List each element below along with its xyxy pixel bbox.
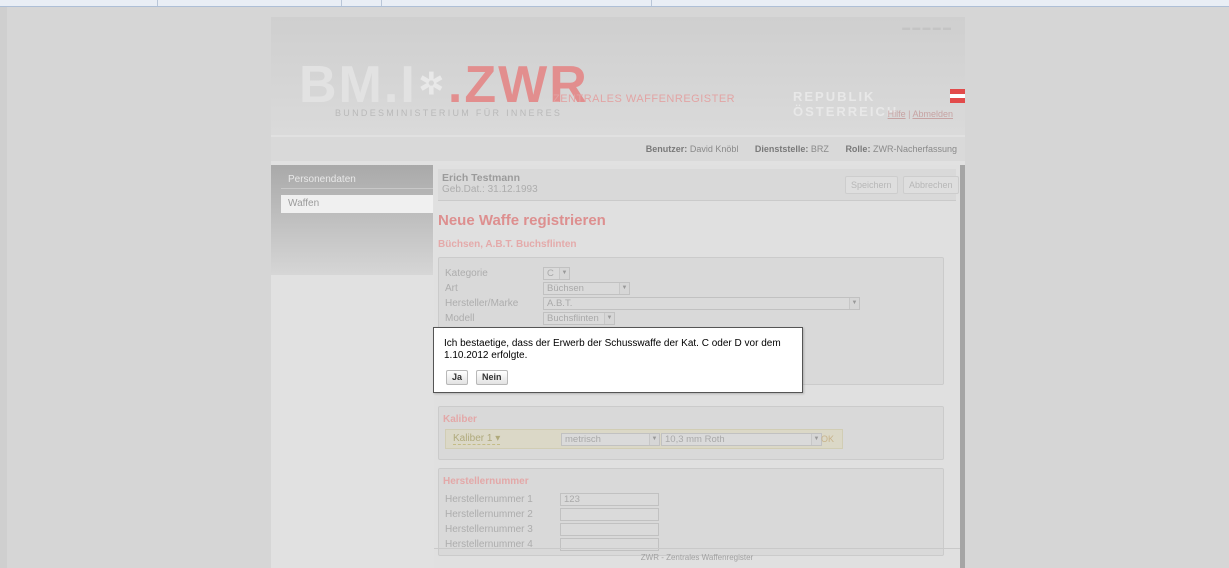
- eagle-icon: ✲: [418, 68, 446, 101]
- logout-link[interactable]: Abmelden: [912, 109, 953, 119]
- modell-value: Buchsflinten: [547, 313, 599, 324]
- kaliber-row: Kaliber 1 ▾ metrisch ▼ 10,3 mm Roth ▼ OK: [445, 429, 843, 449]
- header-banner: ▬ ▬ ▬ ▬ ▬ BM.I✲.ZWR ZENTRALES WAFFENREGI…: [271, 17, 965, 135]
- hersteller-select[interactable]: A.B.T. ▼: [543, 297, 860, 310]
- art-label: Art: [445, 283, 458, 294]
- herstellernummer-3-field[interactable]: [560, 523, 659, 536]
- herstellernummer-3-label: Herstellernummer 3: [445, 524, 533, 535]
- kaliber-1-menu[interactable]: Kaliber 1 ▾: [453, 433, 501, 445]
- content-scrollbar[interactable]: [960, 165, 965, 568]
- help-link[interactable]: Hilfe: [888, 109, 906, 119]
- modell-label: Modell: [445, 313, 475, 324]
- herstellernummer-title: Herstellernummer: [443, 476, 529, 487]
- browser-top-strip: [0, 0, 1229, 7]
- herstellernummer-1-field[interactable]: 123: [560, 493, 659, 506]
- art-value: Büchsen: [547, 283, 584, 294]
- chevron-down-icon: ▼: [619, 283, 629, 294]
- header-faint-text: ▬ ▬ ▬ ▬ ▬: [902, 23, 951, 32]
- ministry-name: BUNDESMINISTERIUM FÜR INNERES: [335, 108, 563, 118]
- kaliber-system-select[interactable]: metrisch ▼: [561, 433, 660, 446]
- kaliber-system-value: metrisch: [565, 434, 601, 445]
- kaliber-title: Kaliber: [443, 414, 477, 425]
- chevron-down-icon: ▼: [811, 434, 821, 445]
- page-footer: ZWR - Zentrales Waffenregister: [434, 548, 960, 562]
- person-header: Erich Testmann Geb.Dat.: 31.12.1993 Spei…: [438, 169, 959, 201]
- logo-zwr: .ZWR: [447, 56, 589, 114]
- user-info-bar: Benutzer: David Knöbl Dienststelle: BRZ …: [271, 137, 965, 161]
- top-links: Hilfe | Abmelden: [888, 109, 953, 119]
- hersteller-value: A.B.T.: [547, 298, 573, 309]
- herstellernummer-panel: Herstellernummer Herstellernummer 1 123 …: [438, 468, 944, 556]
- chevron-down-icon: ▼: [649, 434, 659, 445]
- logo: BM.I✲.ZWR: [299, 59, 589, 111]
- art-select[interactable]: Büchsen ▼: [543, 282, 630, 295]
- strip-divider: [157, 0, 158, 6]
- kategorie-value: C: [547, 268, 554, 279]
- sidebar-item-personendaten[interactable]: Personendaten: [281, 171, 433, 189]
- herstellernummer-1-label: Herstellernummer 1: [445, 494, 533, 505]
- kaliber-select[interactable]: 10,3 mm Roth ▼: [661, 433, 822, 446]
- chevron-down-icon: ▼: [849, 298, 859, 309]
- dialog-message: Ich bestaetige, dass der Erwerb der Schu…: [444, 338, 781, 361]
- strip-divider: [651, 0, 652, 6]
- chevron-down-icon: ▼: [604, 313, 614, 324]
- rolle-value: ZWR-Nacherfassung: [872, 144, 957, 154]
- cancel-button[interactable]: Abbrechen: [903, 176, 959, 194]
- no-button[interactable]: Nein: [476, 370, 508, 385]
- page-title: Neue Waffe registrieren: [438, 212, 606, 229]
- strip-divider: [341, 0, 342, 6]
- modell-select[interactable]: Buchsflinten ▼: [543, 312, 615, 325]
- weapon-subtitle: Büchsen, A.B.T. Buchsflinten: [438, 239, 577, 250]
- person-dob: Geb.Dat.: 31.12.1993: [442, 184, 538, 195]
- link-separator: |: [908, 109, 911, 119]
- rolle-label: Rolle:: [845, 144, 871, 154]
- herstellernummer-2-field[interactable]: [560, 508, 659, 521]
- benutzer-value: David Knöbl: [689, 144, 739, 154]
- kaliber-ok-button[interactable]: OK: [821, 434, 834, 444]
- austria-flag-icon: [950, 89, 965, 103]
- dienststelle-value: BRZ: [810, 144, 829, 154]
- kaliber-panel: Kaliber Kaliber 1 ▾ metrisch ▼ 10,3 mm Ro…: [438, 406, 944, 460]
- yes-button[interactable]: Ja: [446, 370, 469, 385]
- herstellernummer-2-label: Herstellernummer 2: [445, 509, 533, 520]
- dienststelle-label: Dienststelle:: [754, 144, 809, 154]
- kategorie-select[interactable]: C ▼: [543, 267, 570, 280]
- hersteller-label: Hersteller/Marke: [445, 298, 519, 309]
- benutzer-label: Benutzer:: [645, 144, 688, 154]
- person-name: Erich Testmann: [442, 172, 520, 184]
- kaliber-value: 10,3 mm Roth: [665, 434, 725, 445]
- save-button[interactable]: Speichern: [845, 176, 898, 194]
- sidebar-item-waffen[interactable]: Waffen: [281, 195, 433, 213]
- logo-bmi: BM.I: [299, 56, 417, 114]
- zwr-subtitle: ZENTRALES WAFFENREGISTER: [553, 93, 736, 105]
- confirmation-dialog: Ich bestaetige, dass der Erwerb der Schu…: [433, 327, 803, 393]
- strip-divider: [381, 0, 382, 6]
- chevron-down-icon: ▼: [559, 268, 569, 279]
- application-page: ▬ ▬ ▬ ▬ ▬ BM.I✲.ZWR ZENTRALES WAFFENREGI…: [271, 17, 965, 568]
- kategorie-label: Kategorie: [445, 268, 488, 279]
- sidebar: Personendaten Waffen: [271, 165, 433, 275]
- left-edge-bar: [0, 7, 7, 568]
